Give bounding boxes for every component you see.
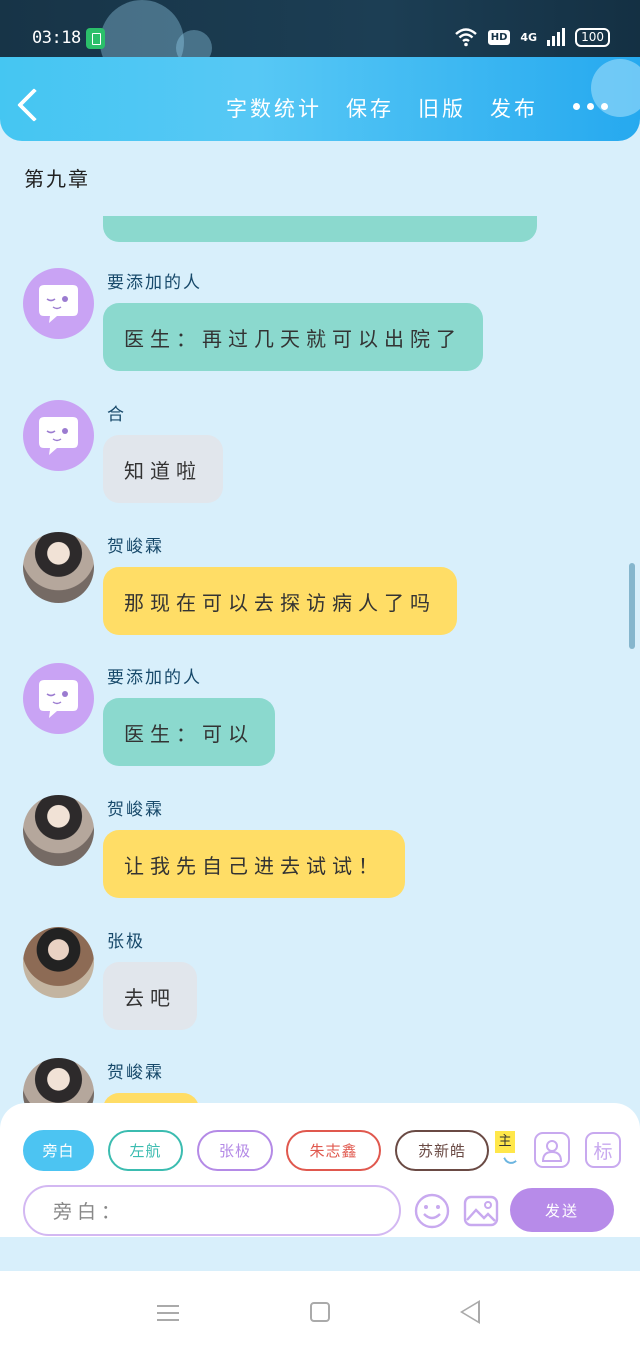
status-bar: 03:18 HD 4G 100 xyxy=(0,0,640,84)
sender-name: 贺峻霖 xyxy=(107,800,164,820)
word-count-button[interactable]: 字数统计 xyxy=(226,93,322,123)
mark-button[interactable]: 标 xyxy=(585,1132,621,1168)
chat-bubble-face-icon xyxy=(39,285,78,323)
old-version-button[interactable]: 旧版 xyxy=(418,93,466,123)
sender-name: 合 xyxy=(107,405,126,425)
save-button[interactable]: 保存 xyxy=(346,93,394,123)
signal-icon xyxy=(547,28,566,46)
sender-name: 贺峻霖 xyxy=(107,537,164,557)
photo-avatar[interactable] xyxy=(23,795,94,866)
wifi-icon xyxy=(454,28,477,47)
header-menu: 字数统计 保存 旧版 发布 xyxy=(226,93,538,123)
home-icon[interactable] xyxy=(310,1302,330,1322)
message-bubble[interactable]: 医生：可以 xyxy=(103,698,275,766)
battery-saver-icon xyxy=(86,28,105,49)
status-time: 03:18 xyxy=(32,28,81,48)
role-chip-narrator[interactable]: 旁白 xyxy=(23,1130,94,1171)
sender-name: 要添加的人 xyxy=(107,668,202,688)
role-chip[interactable]: 苏新皓 xyxy=(395,1130,489,1171)
chat-bubble-face-icon xyxy=(39,417,78,455)
recent-apps-icon[interactable] xyxy=(157,1305,179,1321)
main-role-tag-icon[interactable]: 主 xyxy=(495,1131,515,1153)
send-button[interactable]: 发送 xyxy=(510,1188,614,1232)
publish-button[interactable]: 发布 xyxy=(490,93,538,123)
sender-name: 张极 xyxy=(107,932,145,952)
back-icon[interactable] xyxy=(460,1300,480,1324)
role-chip[interactable]: 左航 xyxy=(108,1130,183,1171)
message-bubble[interactable]: 知道啦 xyxy=(103,435,223,503)
message-input[interactable]: 旁白： xyxy=(23,1185,401,1236)
tag-tail-decor xyxy=(503,1153,517,1167)
input-panel: 旁白 左航 张极 朱志鑫 苏新皓 主 标 旁白： 发送 xyxy=(0,1103,640,1237)
system-nav-bar xyxy=(0,1271,640,1351)
hd-badge: HD xyxy=(487,29,511,45)
image-picker-icon[interactable] xyxy=(462,1192,500,1230)
bot-avatar[interactable] xyxy=(23,663,94,734)
message-bubble[interactable]: 去吧 xyxy=(103,962,197,1030)
contact-card-icon[interactable] xyxy=(534,1132,570,1168)
emoji-icon[interactable] xyxy=(413,1192,451,1230)
app-header: 字数统计 保存 旧版 发布 xyxy=(0,57,640,141)
previous-message-bubble xyxy=(103,216,537,242)
message-bubble[interactable]: 让我先自己进去试试！ xyxy=(103,830,405,898)
photo-avatar[interactable] xyxy=(23,532,94,603)
network-type: 4G xyxy=(520,30,538,44)
bot-avatar[interactable] xyxy=(23,268,94,339)
chapter-title: 第九章 xyxy=(24,167,90,191)
sender-name: 要添加的人 xyxy=(107,273,202,293)
message-bubble[interactable]: 医生：再过几天就可以出院了 xyxy=(103,303,483,371)
role-chip[interactable]: 朱志鑫 xyxy=(286,1130,381,1171)
message-bubble[interactable]: 那现在可以去探访病人了吗 xyxy=(103,567,457,635)
back-arrow-icon[interactable] xyxy=(17,88,51,122)
photo-avatar[interactable] xyxy=(23,927,94,998)
chat-bubble-face-icon xyxy=(39,680,78,718)
sender-name: 贺峻霖 xyxy=(107,1063,164,1083)
battery-indicator: 100 xyxy=(575,27,610,47)
scrollbar-thumb[interactable] xyxy=(629,563,635,649)
more-options-icon[interactable] xyxy=(573,103,608,110)
role-chip[interactable]: 张极 xyxy=(197,1130,273,1171)
bot-avatar[interactable] xyxy=(23,400,94,471)
